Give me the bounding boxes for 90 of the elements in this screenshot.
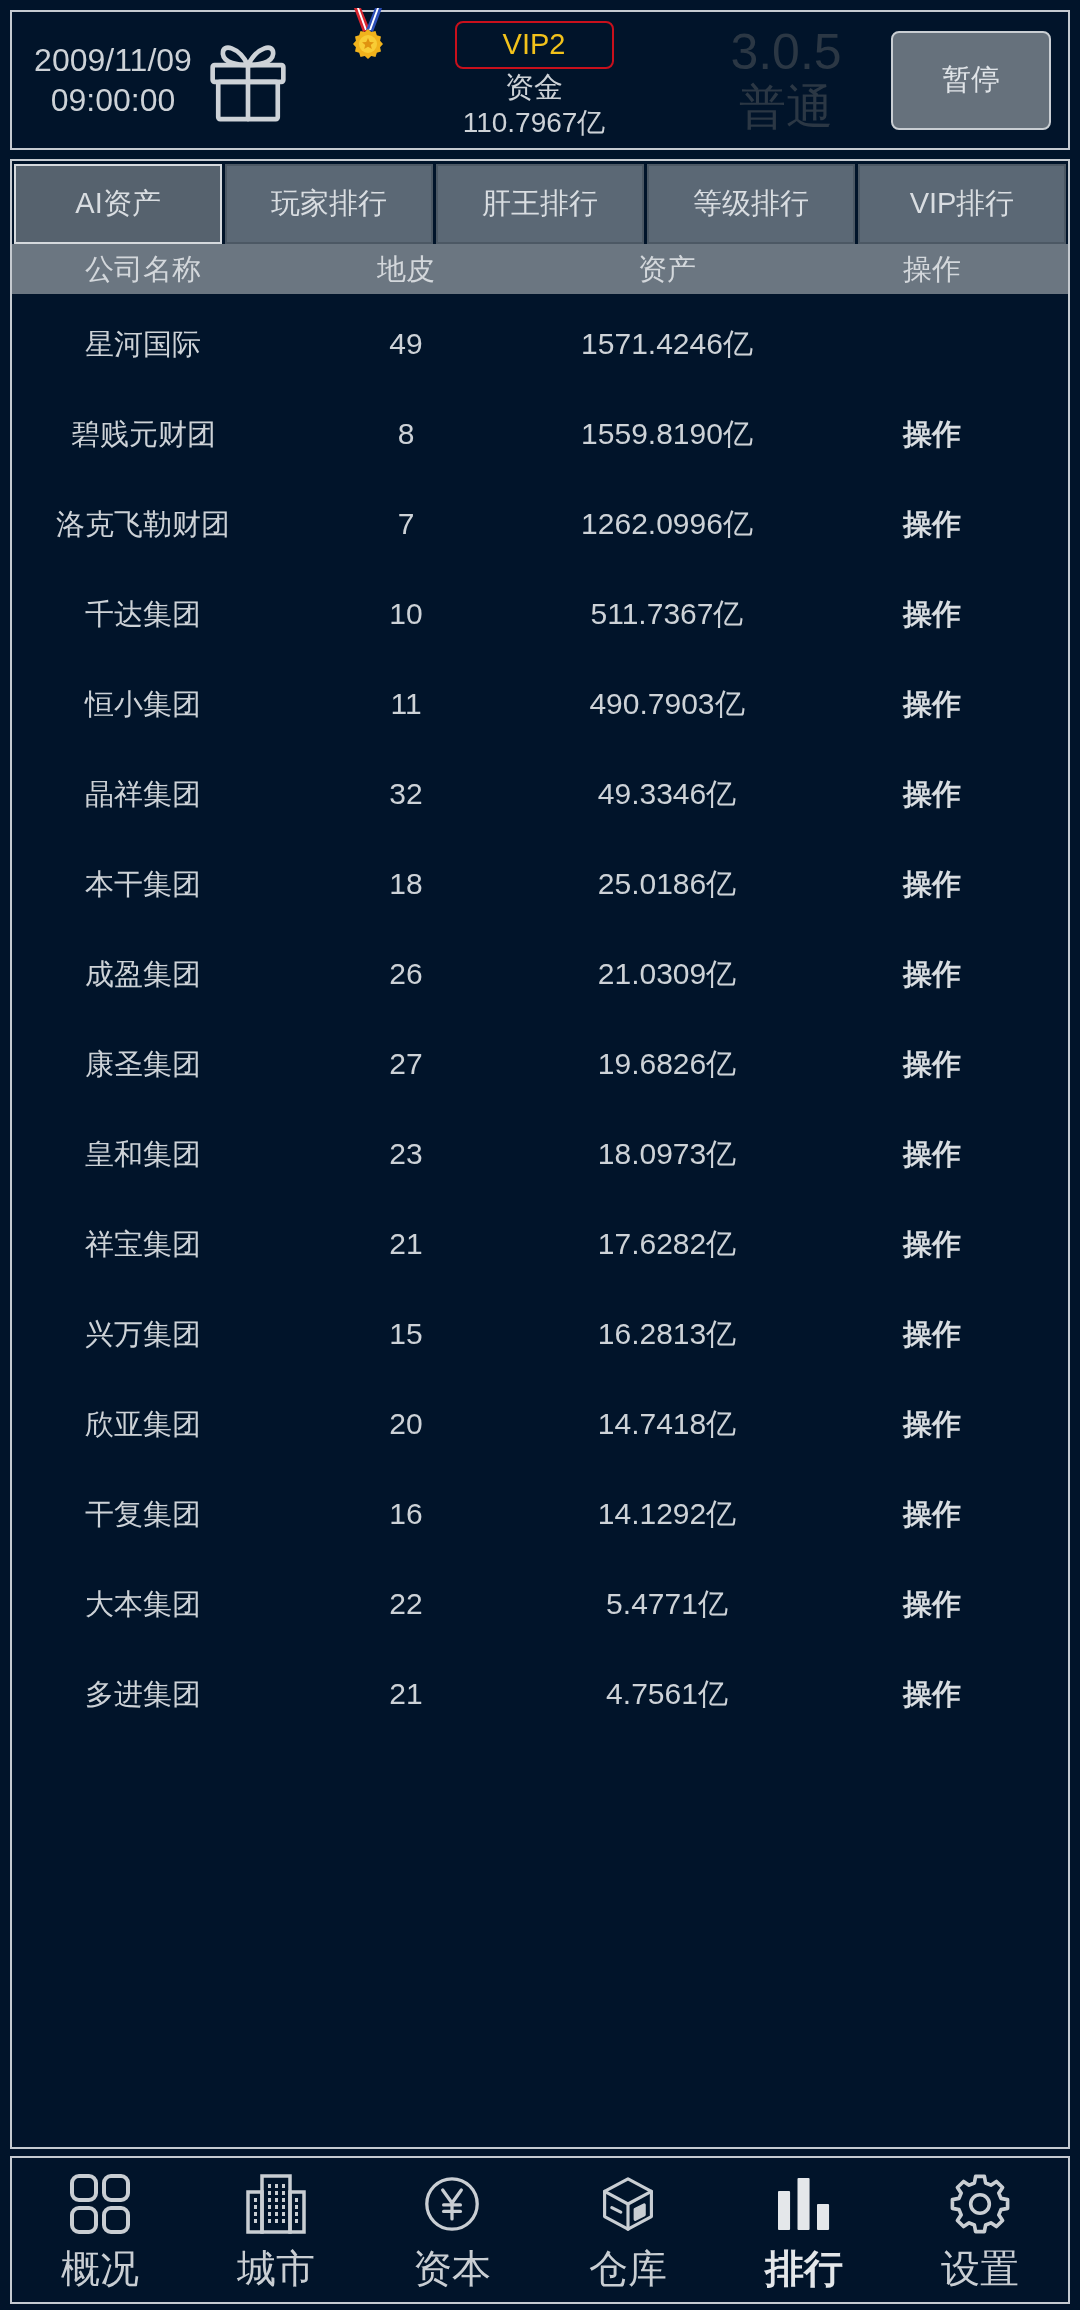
asset-value: 49.3346亿 — [597, 776, 737, 812]
nav-item[interactable]: 概况 — [12, 2158, 188, 2302]
land-count: 23 — [389, 1136, 423, 1172]
company-name: 千达集团 — [85, 597, 201, 632]
action-button[interactable]: 操作 — [903, 1226, 961, 1262]
company-name: 多进集团 — [85, 1677, 201, 1712]
asset-value: 17.6282亿 — [597, 1226, 737, 1262]
company-name: 成盈集团 — [85, 957, 201, 992]
company-name: 恒小集团 — [85, 687, 201, 722]
column-header: 地皮 — [377, 252, 435, 287]
nav-item[interactable]: 资本 — [364, 2158, 540, 2302]
action-button[interactable]: 操作 — [903, 506, 961, 542]
asset-value: 511.7367亿 — [590, 596, 744, 632]
asset-value: 1571.4246亿 — [581, 326, 753, 362]
land-count: 49 — [389, 326, 423, 362]
company-name: 碧贱元财团 — [70, 417, 216, 452]
nav-item[interactable]: 设置 — [892, 2158, 1068, 2302]
action-button[interactable]: 操作 — [903, 1676, 961, 1712]
company-name: 洛克飞勒财团 — [56, 507, 230, 542]
company-name: 星河国际 — [85, 327, 201, 362]
land-count: 21 — [389, 1676, 423, 1712]
yen-coin-icon — [424, 2176, 480, 2232]
company-name: 皇和集团 — [85, 1137, 201, 1172]
land-count: 21 — [389, 1226, 423, 1262]
asset-value: 4.7561亿 — [606, 1676, 728, 1712]
date-text: 2009/11/09 — [34, 41, 192, 80]
action-button[interactable]: 操作 — [903, 596, 961, 632]
land-count: 8 — [397, 416, 415, 452]
company-name: 康圣集团 — [85, 1047, 201, 1082]
grid-icon — [70, 2174, 130, 2234]
asset-value: 1262.0996亿 — [581, 506, 753, 542]
company-name: 晶祥集团 — [85, 777, 201, 812]
asset-value: 14.7418亿 — [597, 1406, 737, 1442]
nav-item[interactable]: 城市 — [188, 2158, 364, 2302]
asset-value: 21.0309亿 — [597, 956, 737, 992]
action-button[interactable]: 操作 — [903, 416, 961, 452]
company-name: 本干集团 — [85, 867, 201, 902]
funds-value: 110.7967亿 — [462, 106, 606, 140]
company-name: 欣亚集团 — [85, 1407, 201, 1442]
column-header: 操作 — [903, 252, 961, 287]
action-button[interactable]: 操作 — [903, 956, 961, 992]
action-button[interactable]: 操作 — [903, 866, 961, 902]
company-name: 兴万集团 — [85, 1317, 201, 1352]
action-button[interactable]: 操作 — [903, 1046, 961, 1082]
asset-value: 16.2813亿 — [597, 1316, 737, 1352]
action-button[interactable]: 操作 — [903, 1586, 961, 1622]
bar-chart-icon — [776, 2178, 832, 2230]
tab[interactable]: VIP排行 — [858, 164, 1066, 244]
vip-badge: VIP2 — [454, 21, 614, 69]
tab[interactable]: 肝王排行 — [436, 164, 644, 244]
company-name: 大本集团 — [85, 1587, 201, 1622]
company-name: 干复集团 — [85, 1497, 201, 1532]
action-button[interactable]: 操作 — [903, 686, 961, 722]
land-count: 22 — [389, 1586, 423, 1622]
settings-icon — [950, 2174, 1010, 2234]
cube-icon — [601, 2177, 655, 2231]
action-button[interactable]: 操作 — [903, 1496, 961, 1532]
land-count: 20 — [389, 1406, 423, 1442]
column-header: 公司名称 — [85, 252, 201, 287]
asset-value: 5.4771亿 — [606, 1586, 728, 1622]
action-button[interactable]: 操作 — [903, 1136, 961, 1172]
action-button[interactable]: 操作 — [903, 776, 961, 812]
land-count: 10 — [389, 596, 423, 632]
column-header: 资产 — [638, 252, 696, 287]
nav-item[interactable]: 排行 — [716, 2158, 892, 2302]
asset-value: 14.1292亿 — [597, 1496, 737, 1532]
company-name: 祥宝集团 — [85, 1227, 201, 1262]
nav-item[interactable]: 仓库 — [540, 2158, 716, 2302]
land-count: 15 — [389, 1316, 423, 1352]
action-button[interactable]: 操作 — [903, 1406, 961, 1442]
land-count: 32 — [389, 776, 423, 812]
asset-value: 490.7903亿 — [589, 686, 745, 722]
action-button[interactable]: 操作 — [903, 1316, 961, 1352]
time-text: 09:00:00 — [50, 81, 176, 120]
land-count: 11 — [390, 686, 422, 722]
pause-button[interactable]: 暂停 — [891, 30, 1051, 130]
asset-value: 19.6826亿 — [597, 1046, 737, 1082]
tab[interactable]: 玩家排行 — [225, 164, 433, 244]
asset-value: 18.0973亿 — [597, 1136, 737, 1172]
asset-value: 25.0186亿 — [597, 866, 737, 902]
land-count: 16 — [389, 1496, 423, 1532]
land-count: 7 — [397, 506, 415, 542]
tab[interactable]: AI资产 — [14, 164, 222, 244]
asset-value: 1559.8190亿 — [581, 416, 753, 452]
building-icon — [246, 2174, 306, 2234]
funds-label: 资金 — [505, 70, 563, 105]
tab[interactable]: 等级排行 — [647, 164, 855, 244]
land-count: 18 — [389, 866, 423, 902]
land-count: 27 — [389, 1046, 423, 1082]
land-count: 26 — [389, 956, 423, 992]
